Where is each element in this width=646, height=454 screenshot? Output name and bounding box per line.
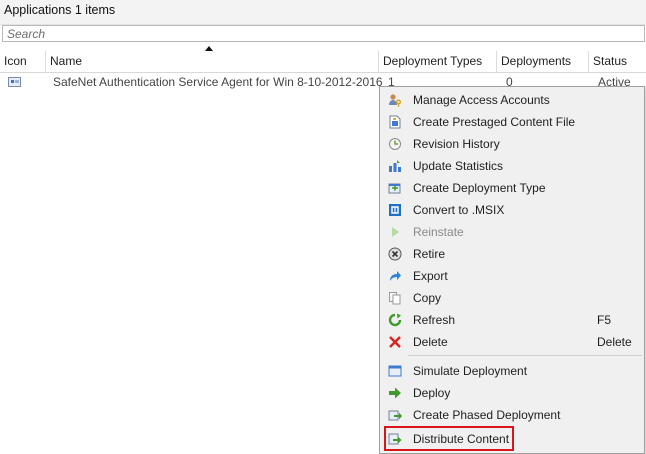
menu-item-shortcut: F5	[597, 313, 612, 327]
search-box[interactable]	[2, 25, 645, 42]
menu-item-refresh[interactable]: Refresh F5	[380, 309, 644, 331]
menu-item-convert-to-msix[interactable]: Convert to .MSIX	[380, 199, 644, 221]
page-title: Applications 1 items	[4, 3, 116, 17]
retire-x-circle-icon	[388, 247, 402, 261]
list-header-bar: Applications 1 items	[0, 0, 646, 25]
menu-item-label: Simulate Deployment	[413, 364, 528, 378]
menu-item-label: Export	[413, 269, 448, 283]
msix-icon	[389, 204, 401, 216]
menu-item-label: Convert to .MSIX	[413, 203, 505, 217]
menu-item-label: Retire	[413, 247, 446, 261]
menu-item-label: Refresh	[413, 313, 456, 327]
search-input[interactable]	[3, 26, 644, 41]
menu-item-retire[interactable]: Retire	[380, 243, 644, 265]
phased-deployment-icon	[388, 410, 402, 421]
column-header-status[interactable]: Status	[589, 51, 646, 72]
menu-item-label: Delete	[413, 335, 448, 349]
menu-item-create-prestaged-content-file[interactable]: Create Prestaged Content File	[380, 111, 644, 133]
menu-item-shortcut: Delete	[597, 335, 632, 349]
simulate-icon	[388, 365, 402, 377]
menu-item-create-phased-deployment[interactable]: Create Phased Deployment	[380, 404, 644, 426]
row-name: SafeNet Authentication Service Agent for…	[53, 75, 383, 89]
refresh-icon	[388, 313, 402, 327]
column-header-deployments[interactable]: Deployments	[497, 51, 589, 72]
menu-item-deploy[interactable]: Deploy	[380, 382, 644, 404]
export-arrow-icon	[390, 271, 401, 281]
highlight-box	[384, 426, 514, 451]
menu-item-export[interactable]: Export	[380, 265, 644, 287]
menu-item-update-statistics[interactable]: Update Statistics	[380, 155, 644, 177]
menu-item-manage-access-accounts[interactable]: Manage Access Accounts	[380, 89, 644, 111]
column-header-row: Icon Name Deployment Types Deployments S…	[0, 51, 646, 73]
play-icon	[392, 227, 399, 237]
menu-item-label: Create Phased Deployment	[413, 408, 561, 422]
prestaged-file-icon	[389, 115, 401, 129]
create-deployment-type-icon	[388, 183, 401, 194]
statistics-icon	[389, 160, 401, 172]
menu-item-label: Copy	[413, 291, 442, 305]
application-icon	[8, 77, 21, 87]
menu-item-label: Reinstate	[413, 225, 464, 239]
column-header-name[interactable]: Name	[46, 51, 379, 72]
menu-item-delete[interactable]: Delete Delete	[380, 331, 644, 353]
menu-separator	[408, 355, 642, 356]
column-header-icon[interactable]: Icon	[0, 51, 46, 72]
menu-item-label: Update Statistics	[413, 159, 504, 173]
users-key-icon	[389, 94, 401, 107]
menu-item-label: Create Deployment Type	[413, 181, 546, 195]
menu-item-label: Create Prestaged Content File	[413, 115, 576, 129]
delete-x-icon	[389, 336, 401, 348]
menu-item-copy[interactable]: Copy	[380, 287, 644, 309]
history-icon	[389, 138, 401, 150]
menu-item-create-deployment-type[interactable]: Create Deployment Type	[380, 177, 644, 199]
menu-item-reinstate: Reinstate	[380, 221, 644, 243]
context-menu: Manage Access Accounts Create Prestaged …	[379, 86, 645, 454]
menu-item-simulate-deployment[interactable]: Simulate Deployment	[380, 360, 644, 382]
copy-icon	[389, 292, 401, 305]
menu-item-label: Manage Access Accounts	[413, 93, 550, 107]
menu-item-revision-history[interactable]: Revision History	[380, 133, 644, 155]
column-header-deployment-types[interactable]: Deployment Types	[379, 51, 497, 72]
menu-item-label: Deploy	[413, 386, 451, 400]
menu-item-label: Revision History	[413, 137, 500, 151]
deploy-arrow-icon	[389, 387, 401, 399]
